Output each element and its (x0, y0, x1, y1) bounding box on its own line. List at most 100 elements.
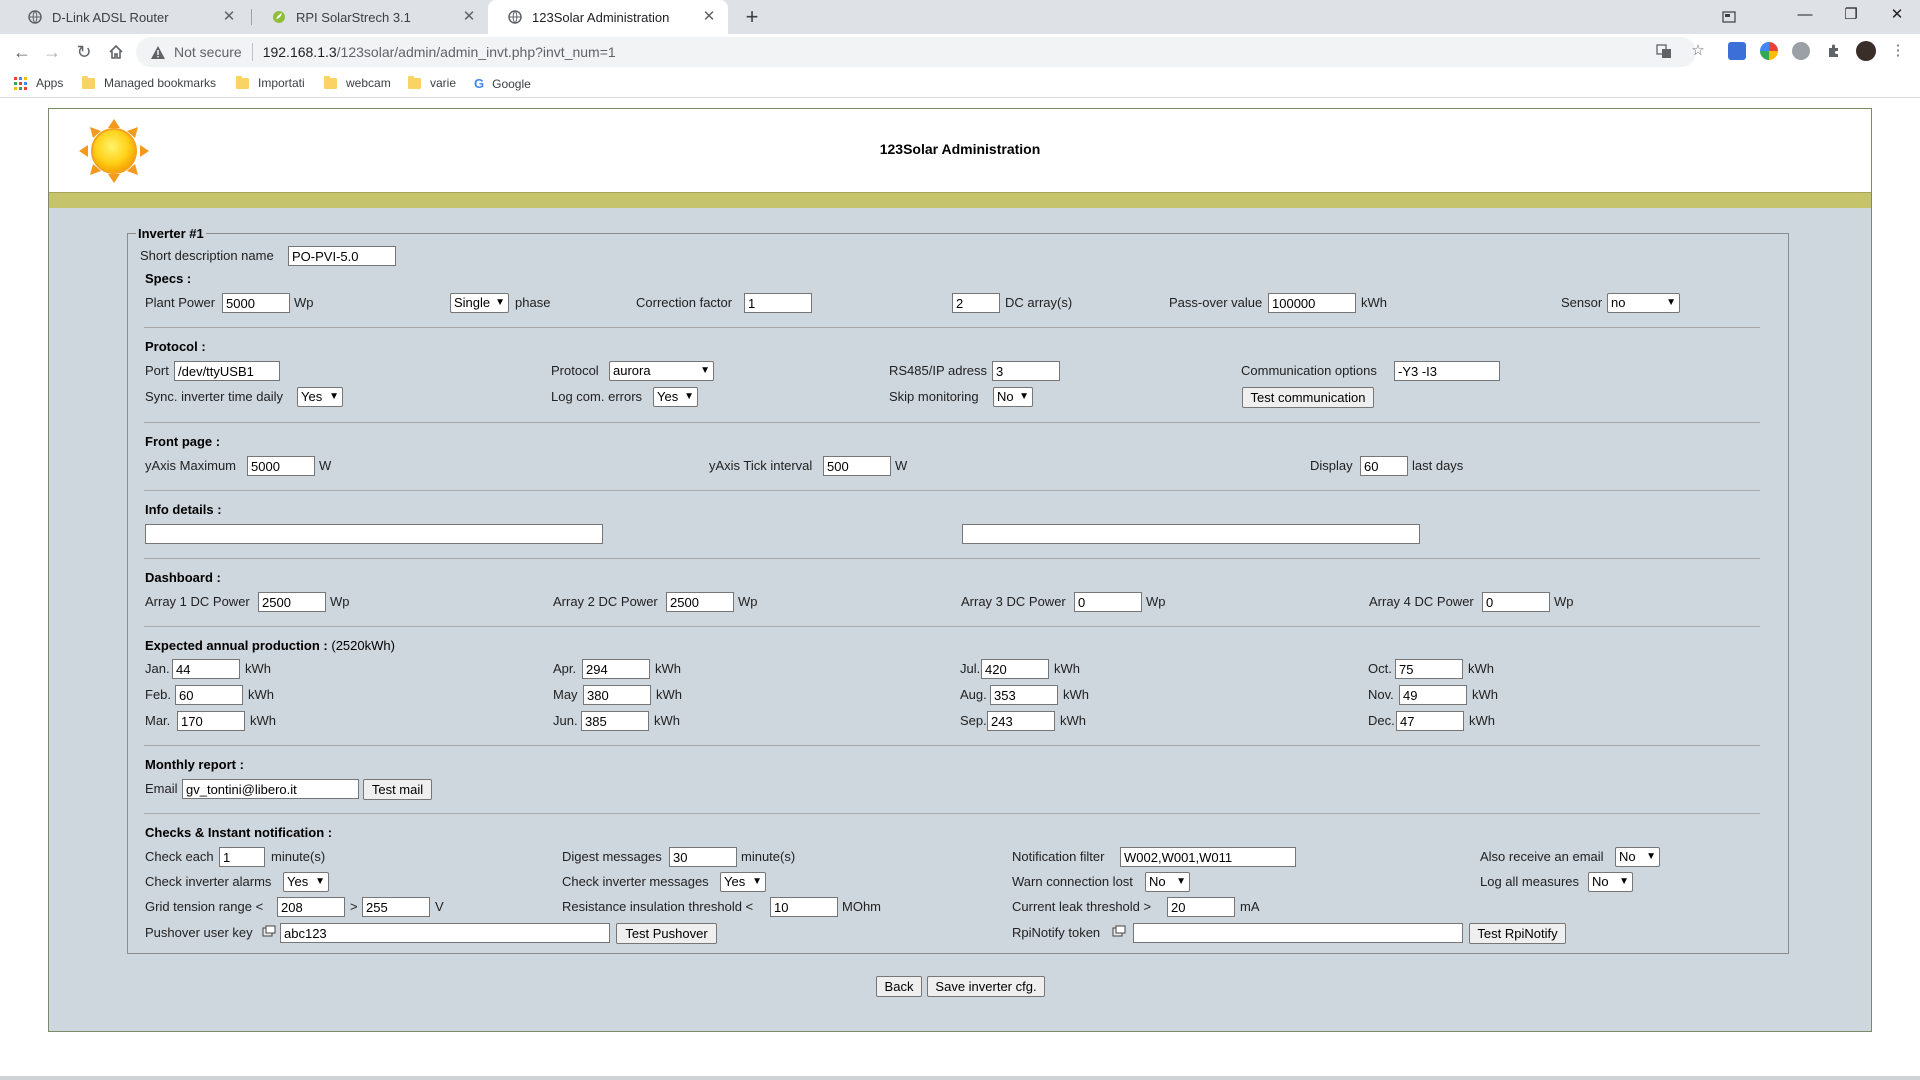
connection-lost-select[interactable]: No ▼ (1145, 872, 1190, 892)
month-input-jun[interactable] (581, 711, 649, 731)
dc-arrays-input[interactable] (952, 293, 1000, 313)
protocol-select[interactable]: aurora ▼ (609, 361, 714, 381)
tab-solarstrech[interactable]: RPI SolarStrech 3.1 ✕ (252, 0, 488, 34)
close-icon[interactable]: ✕ (460, 8, 478, 26)
display-input[interactable] (1360, 456, 1408, 476)
month-input-jan[interactable] (172, 659, 240, 679)
array-1-input[interactable] (258, 592, 326, 612)
bookmark-varie[interactable]: varie (408, 75, 456, 90)
sync-select[interactable]: Yes ▼ (297, 387, 343, 407)
new-tab-button[interactable]: + (738, 4, 766, 32)
month-input-jul[interactable] (981, 659, 1049, 679)
back-arrow-icon[interactable]: ← (8, 38, 36, 66)
month-input-dec[interactable] (1396, 711, 1464, 731)
alarms-select[interactable]: Yes ▼ (283, 872, 329, 892)
month-input-aug[interactable] (990, 685, 1058, 705)
close-window-button[interactable]: ✕ (1874, 0, 1920, 34)
translate-icon[interactable] (1654, 41, 1674, 61)
back-button[interactable]: Back (876, 976, 922, 997)
divider (144, 327, 1760, 328)
grid-min-input[interactable] (277, 897, 345, 917)
ytick-input[interactable] (823, 456, 891, 476)
month-input-apr[interactable] (582, 659, 650, 679)
skip-monitoring-select[interactable]: No ▼ (993, 387, 1033, 407)
resistance-input[interactable] (770, 897, 838, 917)
close-icon[interactable]: ✕ (220, 8, 238, 26)
array-1-unit: Wp (330, 594, 350, 609)
reload-icon[interactable]: ↻ (70, 38, 98, 66)
save-inverter-button[interactable]: Save inverter cfg. (927, 976, 1045, 997)
tab-search-icon[interactable] (1706, 0, 1752, 34)
bookmark-importati[interactable]: Importati (236, 75, 305, 90)
grid-max-input[interactable] (362, 897, 430, 917)
extension-gray-icon[interactable] (1792, 42, 1810, 60)
current-leak-input[interactable] (1167, 897, 1235, 917)
month-input-nov[interactable] (1399, 685, 1467, 705)
log-all-select[interactable]: No ▼ (1588, 872, 1633, 892)
minimize-button[interactable]: — (1782, 0, 1828, 34)
puzzle-icon[interactable] (1824, 41, 1844, 61)
forward-arrow-icon[interactable]: → (38, 38, 66, 66)
tab-dlink[interactable]: D-Link ADSL Router ✕ (8, 0, 248, 34)
rpinotify-input[interactable] (1133, 923, 1463, 943)
info-details-input-1[interactable] (145, 524, 603, 544)
email-input[interactable] (182, 779, 359, 799)
bookmark-webcam[interactable]: webcam (324, 75, 391, 90)
bookmark-managed[interactable]: Managed bookmarks (82, 75, 216, 90)
also-email-label: Also receive an email (1480, 849, 1604, 864)
tab-bar: D-Link ADSL Router ✕ RPI SolarStrech 3.1… (0, 0, 1920, 34)
passover-input[interactable] (1268, 293, 1356, 313)
tab-123solar[interactable]: 123Solar Administration ✕ (488, 0, 728, 34)
ymax-label: yAxis Maximum (145, 458, 237, 473)
plant-power-input[interactable] (222, 293, 290, 313)
restore-button[interactable]: ❐ (1828, 0, 1874, 34)
pushover-input[interactable] (280, 923, 610, 943)
display-label: Display (1310, 458, 1353, 473)
sensor-select[interactable]: no ▼ (1607, 293, 1680, 313)
bookmark-google[interactable]: G Google (474, 76, 531, 91)
array-4-label: Array 4 DC Power (1369, 594, 1474, 609)
bookmark-apps[interactable]: Apps (14, 76, 63, 90)
month-input-feb[interactable] (175, 685, 243, 705)
month-label-may: May (553, 687, 578, 702)
checks-heading: Checks & Instant notification : (145, 825, 333, 840)
test-rpinotify-button[interactable]: Test RpiNotify (1469, 923, 1566, 944)
port-input[interactable] (174, 361, 280, 381)
extension-blue-icon[interactable] (1728, 42, 1746, 60)
array-4-input[interactable] (1482, 592, 1550, 612)
array-3-input[interactable] (1074, 592, 1142, 612)
month-input-sep[interactable] (987, 711, 1055, 731)
phase-select[interactable]: Single ▼ (450, 293, 509, 313)
help-icon[interactable] (1112, 925, 1126, 937)
extension-color-icon[interactable] (1760, 42, 1778, 60)
info-details-input-2[interactable] (962, 524, 1420, 544)
help-icon[interactable] (262, 925, 276, 937)
month-input-may[interactable] (583, 685, 651, 705)
rs485-input[interactable] (992, 361, 1060, 381)
bookmark-star-icon[interactable]: ☆ (1688, 41, 1708, 61)
comm-options-input[interactable] (1394, 361, 1500, 381)
check-each-input[interactable] (219, 847, 265, 867)
test-communication-button[interactable]: Test communication (1242, 387, 1374, 408)
home-icon[interactable] (102, 38, 130, 66)
test-pushover-button[interactable]: Test Pushover (616, 923, 717, 944)
close-icon[interactable]: ✕ (700, 8, 718, 26)
array-2-input[interactable] (666, 592, 734, 612)
menu-dots-icon[interactable]: ⋮ (1888, 41, 1908, 61)
correction-input[interactable] (744, 293, 812, 313)
short-desc-input[interactable] (288, 246, 396, 266)
chevron-down-icon: ▼ (1619, 876, 1629, 887)
ymax-input[interactable] (247, 456, 315, 476)
notification-filter-input[interactable] (1120, 847, 1296, 867)
month-unit: kWh (1472, 687, 1498, 702)
month-input-mar[interactable] (177, 711, 245, 731)
digest-input[interactable] (669, 847, 737, 867)
month-input-oct[interactable] (1395, 659, 1463, 679)
address-bar[interactable]: Not secure 192.168.1.3/123solar/admin/ad… (136, 37, 1696, 67)
messages-select[interactable]: Yes ▼ (720, 872, 766, 892)
chevron-down-icon: ▼ (700, 365, 710, 376)
avatar[interactable] (1856, 41, 1876, 61)
test-mail-button[interactable]: Test mail (363, 779, 432, 800)
also-email-select[interactable]: No ▼ (1615, 847, 1660, 867)
log-errors-select[interactable]: Yes ▼ (653, 387, 698, 407)
